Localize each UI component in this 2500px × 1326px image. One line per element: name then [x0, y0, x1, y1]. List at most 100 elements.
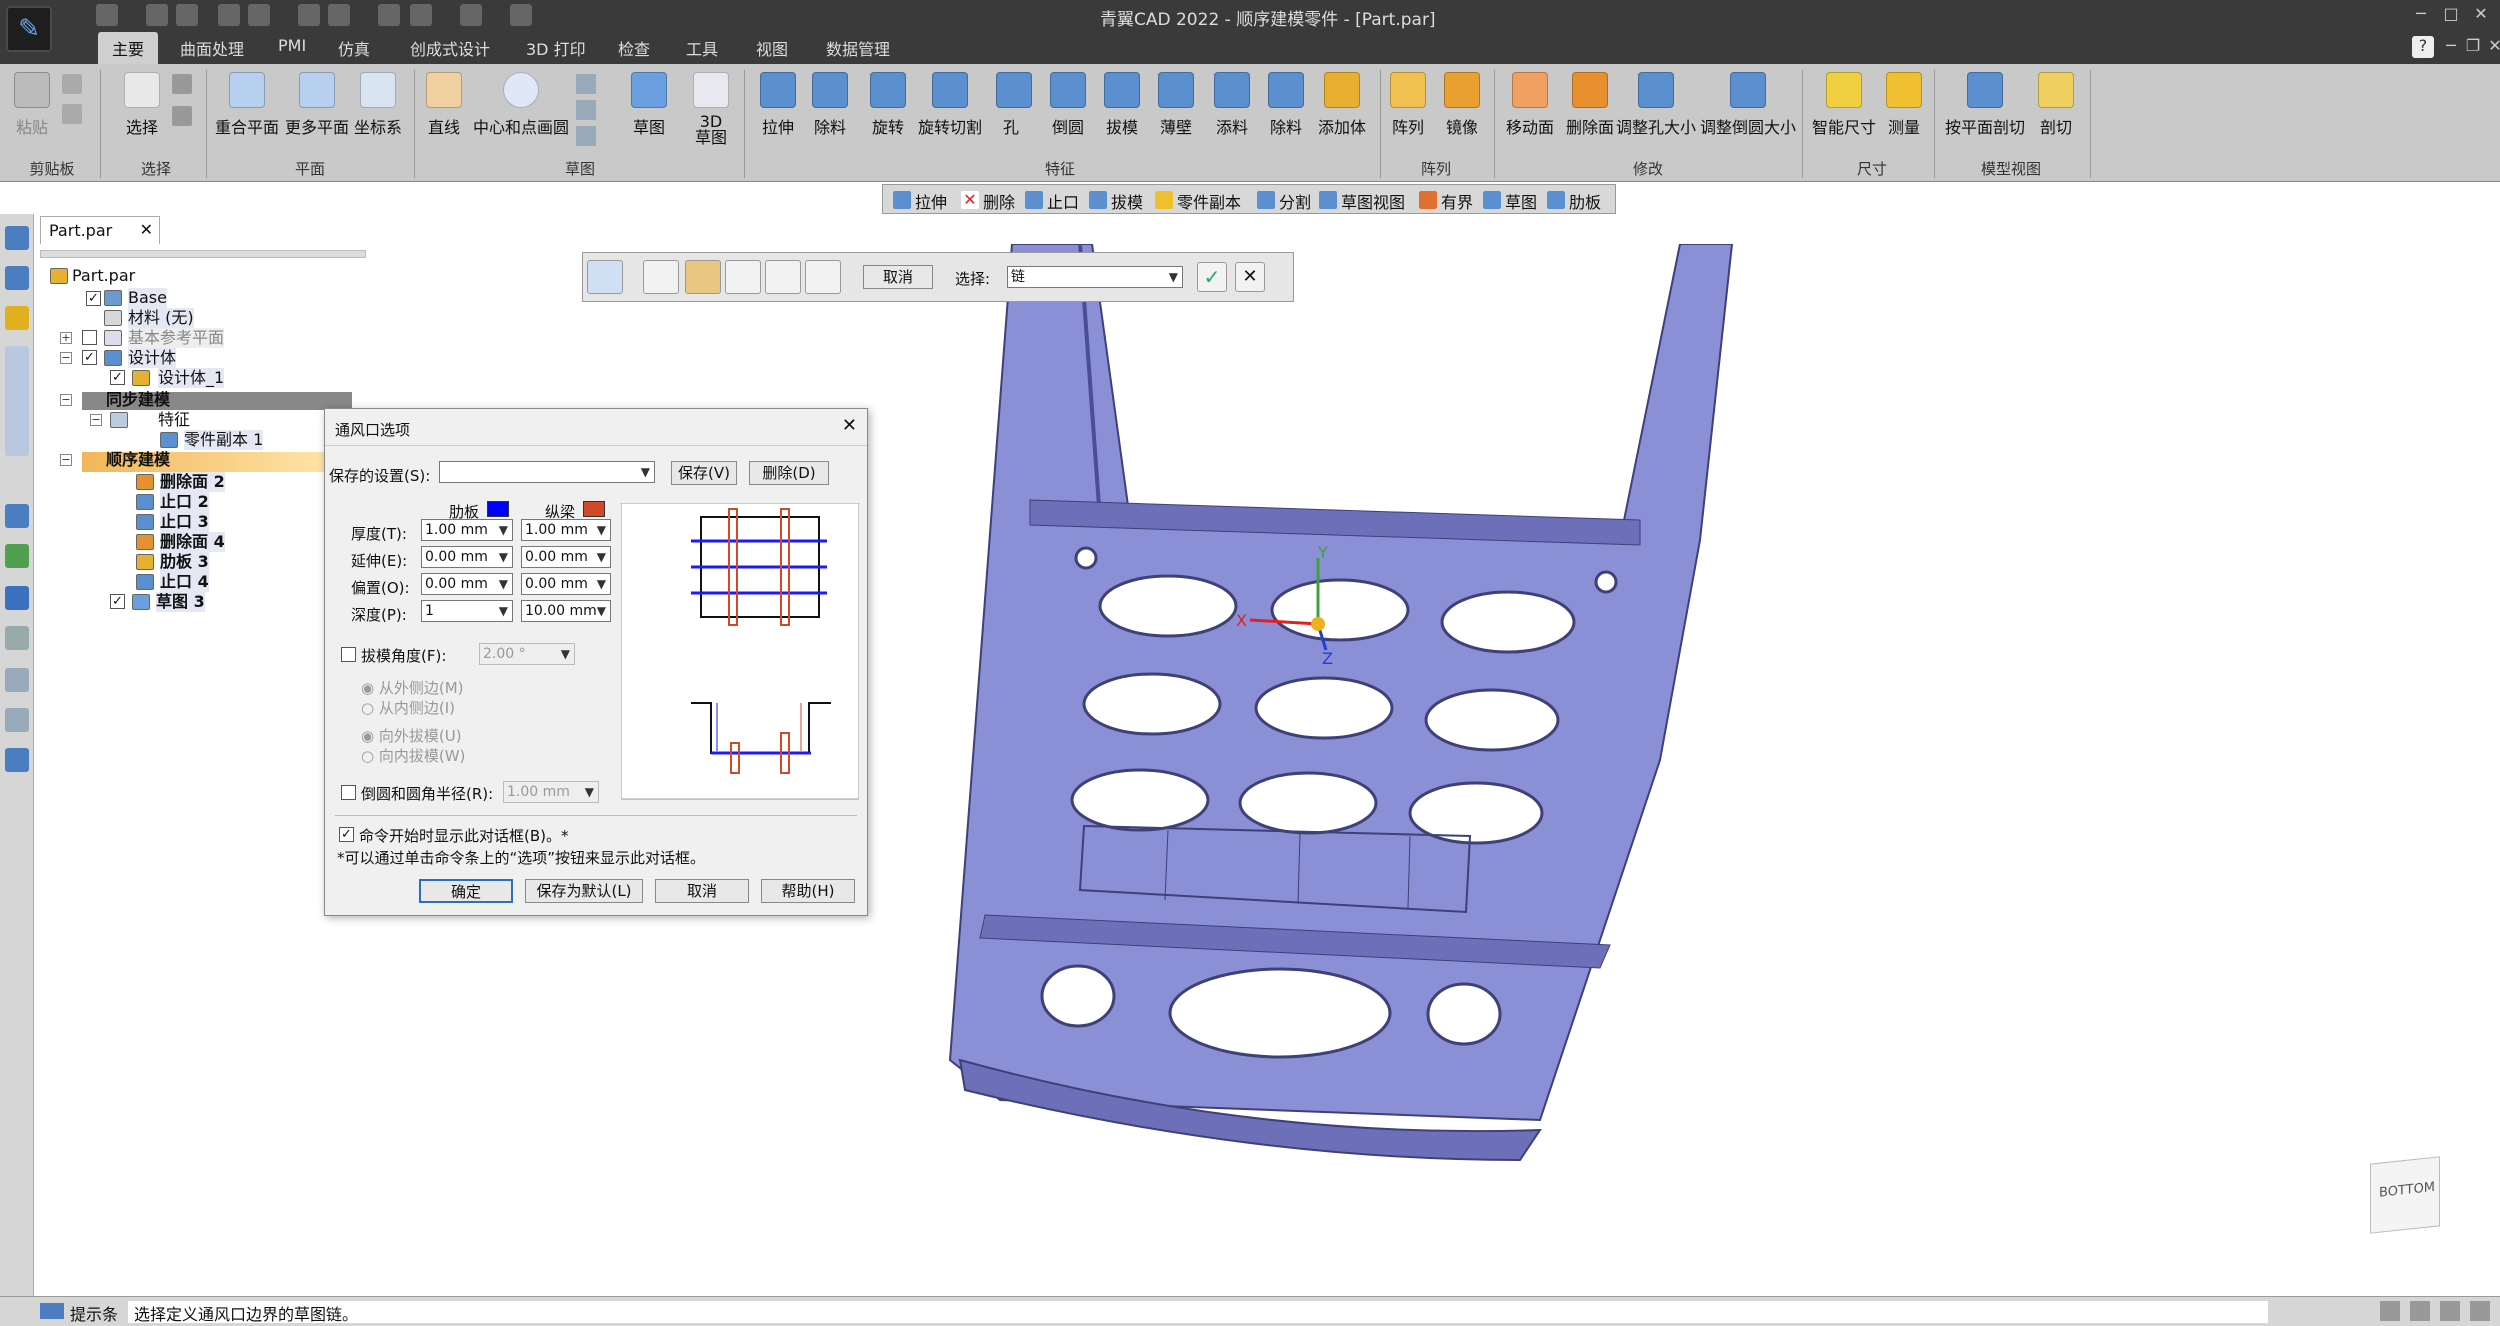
appearance-icon[interactable]: [5, 544, 29, 568]
saved-settings-dropdown[interactable]: ▼: [439, 461, 655, 483]
ok-button[interactable]: 确定: [419, 879, 513, 903]
spar-offset-field[interactable]: 0.00 mm ▼: [521, 573, 611, 595]
sketch-3-checkbox[interactable]: ✓: [110, 594, 125, 609]
rib-color-swatch[interactable]: [487, 501, 509, 517]
tree-item-sketch-3[interactable]: 草图 3: [156, 592, 205, 612]
draft-angle-field[interactable]: 2.00 ° ▼: [479, 643, 575, 665]
cutout-button[interactable]: 除料: [806, 72, 854, 138]
collapse-design-body[interactable]: −: [60, 352, 72, 364]
settings-icon[interactable]: [5, 748, 29, 772]
delete-settings-button[interactable]: 删除(D): [749, 461, 829, 485]
qb-split[interactable]: 分割: [1255, 189, 1311, 213]
pathfinder-splitter[interactable]: [40, 250, 366, 258]
tree-design-body[interactable]: 设计体: [128, 348, 177, 368]
expand-ref-planes[interactable]: +: [60, 332, 72, 344]
from-inside-radio[interactable]: ○ 从内侧边(I): [361, 697, 455, 718]
help-panel-icon[interactable]: [5, 626, 29, 650]
save-all-icon[interactable]: [248, 4, 270, 26]
remove-material-button[interactable]: 除料: [1262, 72, 1310, 138]
maximize-button[interactable]: □: [2440, 4, 2462, 26]
rib-thickness-field[interactable]: 1.00 mm ▼: [421, 519, 513, 541]
tree-ordered-modeling[interactable]: 顺序建模: [106, 450, 170, 470]
cut-icon[interactable]: [62, 74, 82, 94]
tab-data-management[interactable]: 数据管理: [826, 36, 890, 60]
file-icon[interactable]: [378, 4, 400, 26]
mirror-button[interactable]: 镜像: [1438, 72, 1486, 138]
cancel-button[interactable]: 取消: [655, 879, 749, 903]
tab-generative[interactable]: 创成式设计: [410, 36, 490, 60]
spar-depth-field[interactable]: 10.00 mm ▼: [521, 600, 611, 622]
pan-icon[interactable]: [2410, 1301, 2430, 1321]
arc-icon[interactable]: [576, 100, 596, 120]
document-tab[interactable]: Part.par ✕: [40, 216, 160, 244]
qb-sketch[interactable]: 草图: [1481, 189, 1537, 213]
tree-features[interactable]: 特征: [158, 410, 190, 430]
delete-face-button[interactable]: 删除面: [1560, 72, 1620, 138]
step-button[interactable]: [643, 260, 679, 294]
hole-button[interactable]: 孔: [996, 72, 1032, 138]
tab-simulation[interactable]: 仿真: [338, 36, 370, 60]
redo-arrow-icon[interactable]: [460, 4, 482, 26]
tab-inspect[interactable]: 检查: [618, 36, 650, 60]
undo-icon[interactable]: [176, 4, 198, 26]
tree-item-lip-2[interactable]: 止口 2: [160, 492, 209, 512]
qb-rib[interactable]: 肋板: [1545, 189, 1601, 213]
view-icon[interactable]: [5, 586, 29, 610]
tab-3d-print[interactable]: 3D 打印: [526, 36, 586, 60]
minimize-button[interactable]: ─: [2410, 4, 2432, 26]
tab-surfacing[interactable]: 曲面处理: [180, 36, 244, 60]
save-icon[interactable]: [218, 4, 240, 26]
round-radius-checkbox[interactable]: [341, 785, 356, 800]
round-radius-field[interactable]: 1.00 mm ▼: [503, 781, 599, 803]
select-box-icon[interactable]: [172, 74, 192, 94]
resize-hole-button[interactable]: 调整孔大小: [1614, 72, 1698, 138]
features-library-icon[interactable]: [5, 306, 29, 330]
pattern-step-button[interactable]: [685, 260, 721, 294]
view-cube[interactable]: BOTTOM: [2370, 1156, 2440, 1234]
tab-tools[interactable]: 工具: [686, 36, 718, 60]
show-dialog-checkbox[interactable]: ✓: [339, 827, 354, 842]
tree-item-delete-face-4[interactable]: 删除面 4: [160, 532, 225, 552]
tree-item-delete-face-2[interactable]: 删除面 2: [160, 472, 225, 492]
round-button[interactable]: 倒圆: [1044, 72, 1092, 138]
qb-part-copy[interactable]: 零件副本: [1153, 189, 1241, 213]
ribbon-restore-button[interactable]: ❐: [2462, 36, 2484, 58]
feature-library-tab[interactable]: [5, 346, 29, 456]
undo-arrow-icon[interactable]: [410, 4, 432, 26]
pathfinder-icon[interactable]: [5, 226, 29, 250]
tree-sync-modeling[interactable]: 同步建模: [106, 390, 170, 410]
layers-icon[interactable]: [5, 266, 29, 290]
new-icon[interactable]: [96, 4, 118, 26]
measure-button[interactable]: 测量: [1882, 72, 1926, 138]
draft-angle-checkbox[interactable]: [341, 647, 356, 662]
collapse-sync[interactable]: −: [60, 394, 72, 406]
ribbon-min-button[interactable]: ─: [2440, 36, 2462, 58]
qb-bounded[interactable]: 有界: [1417, 189, 1473, 213]
from-outside-radio[interactable]: ◉ 从外侧边(M): [361, 677, 464, 698]
more-planes-button[interactable]: 更多平面: [282, 72, 352, 138]
rotate-icon[interactable]: [2440, 1301, 2460, 1321]
qb-draft[interactable]: 拔模: [1087, 189, 1143, 213]
grid-step-button[interactable]: [725, 260, 761, 294]
coord-system-button[interactable]: 坐标系: [350, 72, 406, 138]
tree-material[interactable]: 材料 (无): [128, 308, 194, 328]
ribbon-close-button[interactable]: ✕: [2484, 36, 2500, 58]
qb-sketch-view[interactable]: 草图视图: [1317, 189, 1405, 213]
finish-step-button[interactable]: [805, 260, 841, 294]
move-face-button[interactable]: 移动面: [1500, 72, 1560, 138]
select-filter-icon[interactable]: [172, 106, 192, 126]
select-button[interactable]: 选择: [118, 72, 166, 138]
ref-planes-checkbox[interactable]: [82, 330, 97, 345]
grid-step2-button[interactable]: [765, 260, 801, 294]
draft-button[interactable]: 拔模: [1098, 72, 1146, 138]
collapse-ordered[interactable]: −: [60, 454, 72, 466]
tab-pmi[interactable]: PMI: [278, 36, 306, 55]
curve-icon[interactable]: [576, 126, 596, 146]
plane-cut-button[interactable]: 按平面剖切: [1944, 72, 2026, 138]
revolve-button[interactable]: 旋转: [864, 72, 912, 138]
spar-color-swatch[interactable]: [583, 501, 605, 517]
draft-out-radio[interactable]: ◉ 向外拔模(U): [361, 725, 462, 746]
save-settings-button[interactable]: 保存(V): [671, 461, 737, 485]
layout-icon[interactable]: [298, 4, 320, 26]
open-icon[interactable]: [146, 4, 168, 26]
